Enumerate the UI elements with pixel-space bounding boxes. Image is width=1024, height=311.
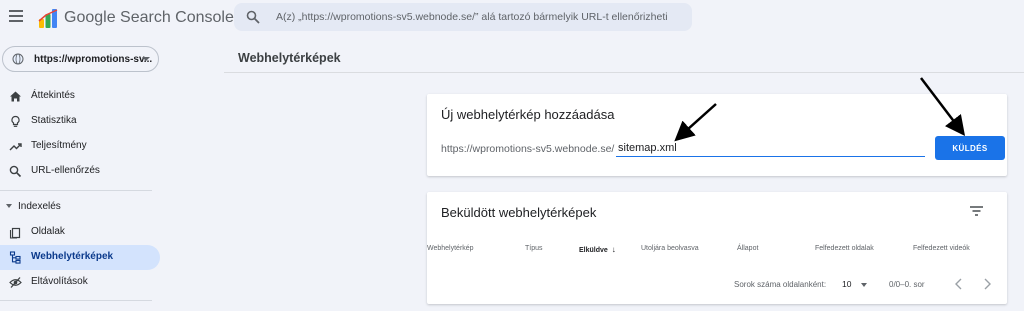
- filter-icon[interactable]: [970, 206, 983, 216]
- sidebar-item-performance[interactable]: Teljesítmény: [0, 134, 160, 159]
- sidebar-item-label: URL-ellenőrzés: [31, 165, 100, 176]
- column-header-type[interactable]: Típus: [525, 245, 543, 252]
- property-label: https://wpromotions-sv...: [34, 54, 153, 65]
- globe-icon: [12, 53, 24, 65]
- sidebar-item-url-inspection[interactable]: URL-ellenőrzés: [0, 159, 160, 184]
- sidebar-item-removals[interactable]: Eltávolítások: [0, 270, 160, 295]
- menu-icon[interactable]: [9, 10, 23, 24]
- trending-up-icon: [9, 143, 22, 151]
- sidebar-item-label: Statisztika: [31, 115, 77, 126]
- sidebar-item-label: Eltávolítások: [31, 276, 88, 287]
- sidebar-item-label: Webhelytérképek: [31, 251, 114, 262]
- sidebar-item-sitemaps[interactable]: Webhelytérképek: [0, 245, 160, 270]
- chevron-right-icon[interactable]: [979, 276, 995, 292]
- page-title: Webhelytérképek: [238, 51, 341, 65]
- header-divider: [224, 72, 1024, 73]
- sidebar-item-label: Áttekintés: [31, 90, 75, 101]
- rows-per-page-select[interactable]: 10: [842, 279, 851, 289]
- search-icon: [9, 165, 22, 178]
- sitemap-icon: [9, 251, 21, 264]
- url-inspection-search[interactable]: A(z) „https://wpromotions-sv5.webnode.se…: [234, 3, 692, 31]
- chevron-down-icon[interactable]: [861, 283, 867, 287]
- sidebar-section-indexing[interactable]: Indexelés: [0, 199, 160, 215]
- submit-button[interactable]: KÜLDÉS: [935, 136, 1005, 160]
- rows-per-page-label: Sorok száma oldalanként:: [734, 280, 827, 289]
- search-icon: [246, 10, 260, 24]
- column-header-submitted[interactable]: Elküldve ↓: [579, 245, 616, 254]
- submitted-sitemaps-title: Beküldött webhelytérképek: [441, 205, 597, 220]
- sidebar-item-insights[interactable]: Statisztika: [0, 109, 160, 134]
- column-header-discovered-videos[interactable]: Felfedezett videók: [913, 245, 970, 252]
- sitemap-url-input[interactable]: [616, 138, 925, 157]
- sidebar-divider: [0, 190, 152, 191]
- column-header-sitemap[interactable]: Webhelytérkép: [427, 245, 474, 252]
- property-selector[interactable]: https://wpromotions-sv...: [2, 46, 159, 72]
- chevron-down-icon: [142, 57, 150, 61]
- arrow-down-icon: ↓: [611, 245, 616, 254]
- column-header-status[interactable]: Állapot: [737, 245, 758, 252]
- sidebar-item-pages[interactable]: Oldalak: [0, 220, 160, 245]
- top-bar: Google Search Console A(z) „https://wpro…: [0, 0, 1024, 38]
- lightbulb-icon: [11, 115, 20, 127]
- sidebar-item-overview[interactable]: Áttekintés: [0, 84, 160, 109]
- pages-icon: [9, 227, 21, 239]
- pagination-range: 0/0–0. sor: [889, 280, 925, 289]
- add-sitemap-title: Új webhelytérkép hozzáadása: [441, 107, 615, 122]
- column-header-label: Elküldve: [579, 247, 608, 254]
- home-icon: [10, 91, 21, 102]
- sidebar-section-label: Indexelés: [18, 201, 61, 212]
- sidebar-item-label: Teljesítmény: [31, 140, 87, 151]
- submitted-sitemaps-card: Beküldött webhelytérképek Webhelytérkép …: [427, 192, 1007, 304]
- eye-off-icon: [9, 277, 22, 288]
- column-header-discovered-pages[interactable]: Felfedezett oldalak: [815, 245, 874, 252]
- sidebar-item-label: Oldalak: [31, 226, 65, 237]
- caret-down-icon: [6, 204, 12, 208]
- sitemap-url-prefix: https://wpromotions-sv5.webnode.se/: [441, 143, 615, 155]
- column-header-last-read[interactable]: Utoljára beolvasva: [641, 245, 699, 252]
- search-console-logo: [38, 9, 58, 28]
- sidebar-divider: [0, 300, 152, 301]
- search-placeholder: A(z) „https://wpromotions-sv5.webnode.se…: [276, 11, 668, 23]
- add-sitemap-card: Új webhelytérkép hozzáadása https://wpro…: [427, 94, 1007, 176]
- chevron-left-icon[interactable]: [951, 276, 967, 292]
- app-title: Google Search Console: [64, 9, 234, 26]
